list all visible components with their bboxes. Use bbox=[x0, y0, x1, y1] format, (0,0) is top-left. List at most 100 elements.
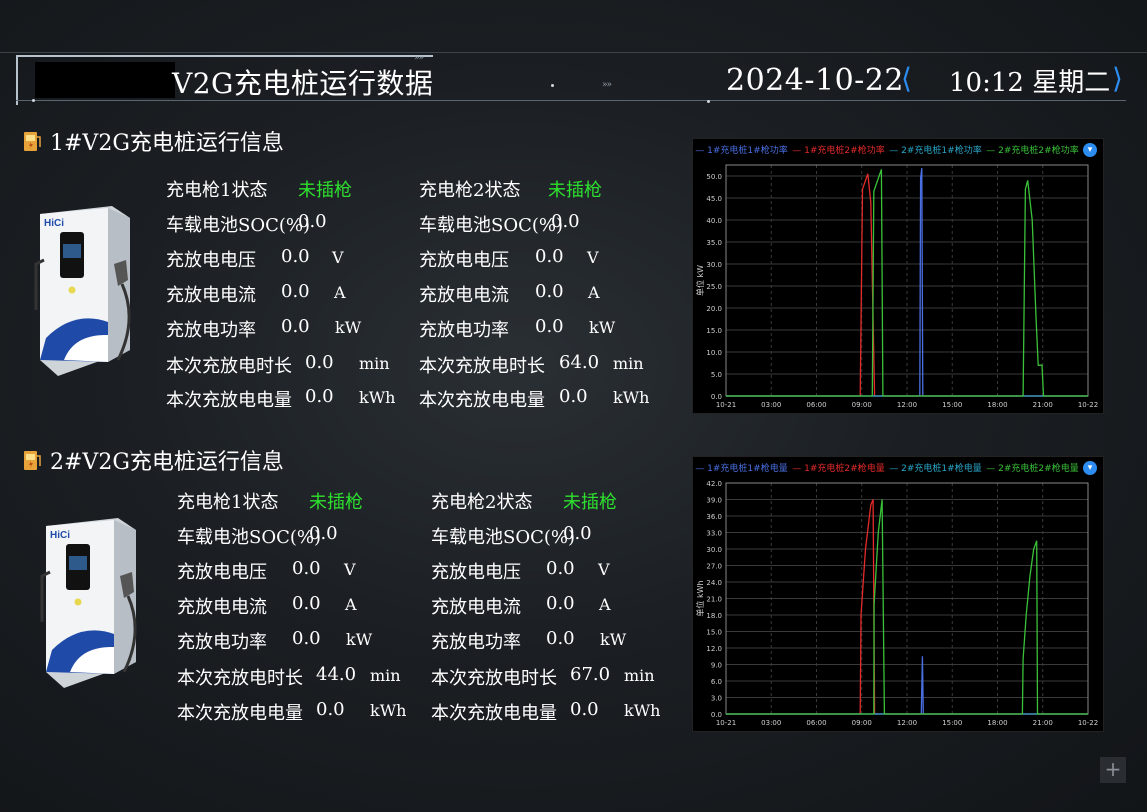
unit-gun1-energy: kWh bbox=[370, 701, 407, 720]
y-tick-label: 30.0 bbox=[706, 546, 722, 554]
unit-gun1-voltage: V bbox=[332, 248, 344, 267]
value-gun2-soc: 0.0 bbox=[551, 211, 580, 232]
x-tick-label: 21:00 bbox=[1033, 401, 1053, 409]
x-tick-label: 21:00 bbox=[1033, 719, 1053, 727]
y-tick-label: 3.0 bbox=[711, 695, 722, 703]
y-axis-label: 单位 kWh bbox=[695, 580, 705, 616]
label-gun2-duration: 本次充放电时长 bbox=[419, 356, 545, 377]
label-gun1-duration: 本次充放电时长 bbox=[166, 356, 292, 377]
value-gun2-power: 0.0 bbox=[546, 628, 575, 649]
label-gun2-energy: 本次充放电电量 bbox=[431, 703, 557, 724]
value-gun2-energy: 0.0 bbox=[570, 699, 599, 720]
y-tick-label: 24.0 bbox=[706, 579, 722, 587]
x-tick-label: 12:00 bbox=[897, 719, 917, 727]
charging-station-icon bbox=[24, 451, 41, 470]
y-tick-label: 0.0 bbox=[711, 393, 722, 401]
label-gun1-current: 充放电电流 bbox=[166, 285, 256, 306]
x-tick-label: 15:00 bbox=[942, 401, 962, 409]
value-gun2-power: 0.0 bbox=[535, 316, 564, 337]
x-tick-label: 06:00 bbox=[806, 401, 826, 409]
section-title-pile-1: 1#V2G充电桩运行信息 bbox=[22, 125, 284, 157]
label-gun1-soc: 车载电池SOC(%) bbox=[177, 527, 322, 548]
label-gun1-current: 充放电电流 bbox=[177, 597, 267, 618]
label-gun2-energy: 本次充放电电量 bbox=[419, 390, 545, 411]
y-tick-label: 45.0 bbox=[706, 195, 722, 203]
x-tick-label: 10-22 bbox=[1078, 401, 1098, 409]
label-gun2-power: 充放电功率 bbox=[419, 320, 509, 341]
bracket-left-icon: ⟨ bbox=[901, 62, 912, 95]
y-tick-label: 50.0 bbox=[706, 173, 722, 181]
unit-gun2-duration: min bbox=[613, 354, 644, 373]
charger-brand: HiCi bbox=[50, 530, 70, 541]
value-gun1-power: 0.0 bbox=[281, 316, 310, 337]
x-tick-label: 18:00 bbox=[987, 401, 1007, 409]
unit-gun1-duration: min bbox=[359, 354, 390, 373]
unit-gun2-power: kW bbox=[600, 630, 627, 649]
header-dot bbox=[32, 99, 35, 102]
y-tick-label: 30.0 bbox=[706, 261, 722, 269]
y-tick-label: 5.0 bbox=[711, 371, 722, 379]
value-gun1-soc: 0.0 bbox=[309, 523, 338, 544]
value-gun2-status: 未插枪 bbox=[563, 492, 617, 513]
label-gun2-current: 充放电电流 bbox=[419, 285, 509, 306]
label-gun1-energy: 本次充放电电量 bbox=[166, 390, 292, 411]
power-chart-svg: 0.0 5.0 10.0 15.0 20.0 25.0 30.0 35.0 40.0 45.0 50… bbox=[695, 164, 1098, 409]
label-gun1-power: 充放电功率 bbox=[166, 320, 256, 341]
y-tick-label: 18.0 bbox=[706, 612, 722, 620]
label-gun2-current: 充放电电流 bbox=[431, 597, 521, 618]
value-gun1-status: 未插枪 bbox=[298, 180, 352, 201]
value-gun1-status: 未插枪 bbox=[309, 492, 363, 513]
unit-gun2-power: kW bbox=[589, 318, 616, 337]
label-gun2-status: 充电枪2状态 bbox=[419, 180, 521, 201]
label-gun2-power: 充放电功率 bbox=[431, 632, 521, 653]
value-gun2-current: 0.0 bbox=[546, 593, 575, 614]
x-tick-label: 18:00 bbox=[987, 719, 1007, 727]
x-tick-label: 10-22 bbox=[1078, 719, 1098, 727]
y-tick-label: 6.0 bbox=[711, 678, 722, 686]
label-gun1-soc: 车载电池SOC(%) bbox=[166, 215, 311, 236]
unit-gun1-energy: kWh bbox=[359, 388, 396, 407]
label-gun2-status: 充电枪2状态 bbox=[431, 492, 533, 513]
unit-gun2-current: A bbox=[599, 595, 611, 614]
value-gun1-power: 0.0 bbox=[292, 628, 321, 649]
label-gun1-voltage: 充放电电压 bbox=[177, 562, 267, 583]
x-tick-label: 12:00 bbox=[897, 401, 917, 409]
y-tick-label: 21.0 bbox=[706, 596, 722, 604]
header-time: 10:12 星期二 bbox=[949, 68, 1111, 98]
value-gun1-voltage: 0.0 bbox=[292, 558, 321, 579]
y-tick-label: 10.0 bbox=[706, 349, 722, 357]
section-title-label: 2#V2G充电桩运行信息 bbox=[50, 450, 284, 475]
section-title-pile-2: 2#V2G充电桩运行信息 bbox=[22, 444, 284, 476]
y-tick-label: 35.0 bbox=[706, 239, 722, 247]
unit-gun1-power: kW bbox=[335, 318, 362, 337]
section-title-label: 1#V2G充电桩运行信息 bbox=[50, 131, 284, 156]
label-gun2-soc: 车载电池SOC(%) bbox=[419, 215, 564, 236]
label-gun2-duration: 本次充放电时长 bbox=[431, 668, 557, 689]
energy-chart-svg: 0.0 3.0 6.0 9.0 12.0 15.0 18.0 21.0 24.0 27.0 30.0… bbox=[695, 480, 1098, 727]
y-tick-label: 42.0 bbox=[706, 480, 722, 488]
y-tick-label: 9.0 bbox=[711, 662, 722, 670]
unit-gun2-voltage: V bbox=[598, 560, 610, 579]
unit-gun1-voltage: V bbox=[344, 560, 356, 579]
header-date: 2024-10-22 bbox=[726, 63, 904, 98]
y-tick-label: 40.0 bbox=[706, 217, 722, 225]
value-gun2-voltage: 0.0 bbox=[546, 558, 575, 579]
unit-gun2-energy: kWh bbox=[624, 701, 661, 720]
unit-gun2-current: A bbox=[588, 283, 600, 302]
value-gun2-voltage: 0.0 bbox=[535, 246, 564, 267]
unit-gun2-voltage: V bbox=[587, 248, 599, 267]
label-gun1-energy: 本次充放电电量 bbox=[177, 703, 303, 724]
x-tick-label: 03:00 bbox=[761, 719, 781, 727]
charger-image: HiCi bbox=[40, 518, 137, 688]
bracket-right-icon: ⟩ bbox=[1112, 62, 1123, 95]
value-gun1-voltage: 0.0 bbox=[281, 246, 310, 267]
value-gun2-current: 0.0 bbox=[535, 281, 564, 302]
y-tick-label: 39.0 bbox=[706, 497, 722, 505]
header-top-line bbox=[0, 52, 1147, 53]
value-gun1-duration: 0.0 bbox=[305, 352, 334, 373]
unit-gun2-energy: kWh bbox=[613, 388, 650, 407]
unit-gun1-duration: min bbox=[370, 666, 401, 685]
power-chart: — 1#充电桩1#枪功率 — 1#充电桩2#枪功率 — 2#充电桩1#枪功率 —… bbox=[692, 138, 1104, 414]
add-button[interactable]: + bbox=[1100, 757, 1126, 783]
y-tick-label: 27.0 bbox=[706, 563, 722, 571]
